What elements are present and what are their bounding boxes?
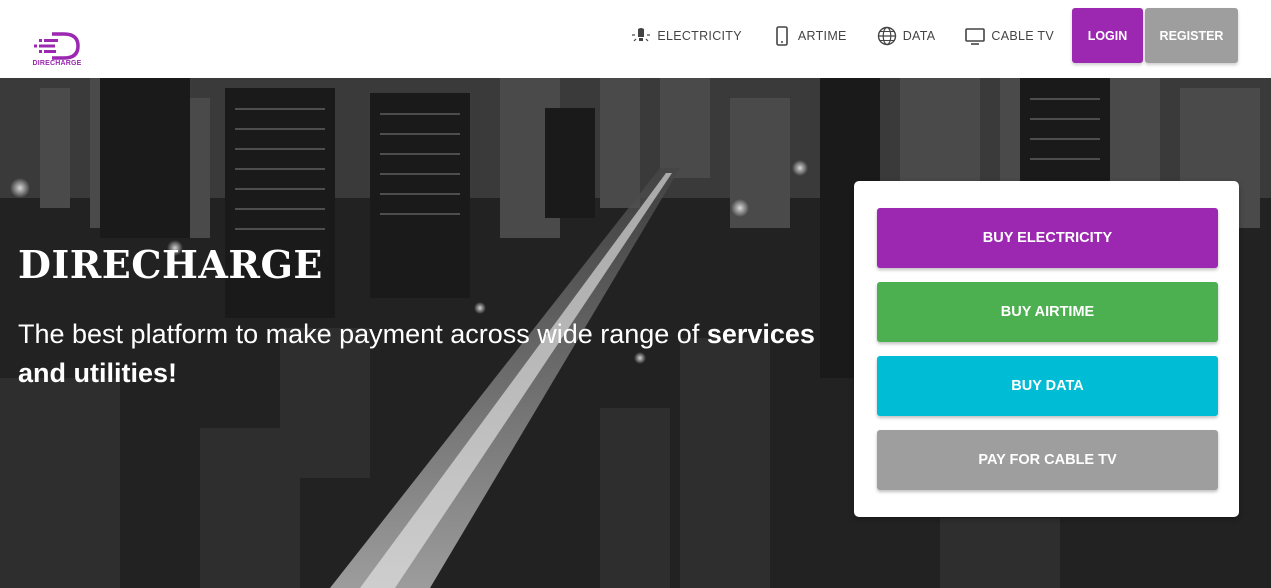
logo-text: DIRECHARGE [32,60,82,67]
hero-section: DIRECHARGE The best platform to make pay… [0,78,1271,588]
hero-subtitle-plain: The best platform to make payment across… [18,319,707,349]
nav-item-label: ELECTRICITY [657,28,742,43]
phone-icon [772,25,792,46]
buy-data-button[interactable]: BUY DATA [877,356,1218,416]
logo-icon [34,32,80,60]
buy-electricity-button[interactable]: BUY ELECTRICITY [877,208,1218,268]
quick-action-card: BUY ELECTRICITY BUY AIRTIME BUY DATA PAY… [854,181,1239,517]
tv-icon [965,26,986,46]
brand-logo[interactable]: DIRECHARGE [30,32,84,68]
login-button[interactable]: LOGIN [1072,8,1143,63]
top-navbar: DIRECHARGE ELECTRICITY ARTIME DATA CABLE… [0,0,1271,78]
pay-cable-tv-button[interactable]: PAY FOR CABLE TV [877,430,1218,490]
globe-icon [877,26,897,46]
hero-subtitle: The best platform to make payment across… [18,315,838,393]
nav-item-label: DATA [902,28,936,43]
main-nav: ELECTRICITY ARTIME DATA CABLE TV LOGIN R… [616,8,1238,63]
nav-item-label: CABLE TV [991,28,1054,43]
hero-title: DIRECHARGE [18,242,323,287]
hero-subtitle-bold-1: services [706,319,815,349]
bulb-icon [631,26,651,46]
hero-subtitle-bold-2: and utilities! [18,358,178,388]
nav-item-data[interactable]: DATA [862,8,951,63]
nav-item-electricity[interactable]: ELECTRICITY [616,8,757,63]
nav-item-cable-tv[interactable]: CABLE TV [950,8,1069,63]
nav-item-airtime[interactable]: ARTIME [757,8,862,63]
register-button[interactable]: REGISTER [1145,8,1238,63]
nav-item-label: ARTIME [797,28,847,43]
buy-airtime-button[interactable]: BUY AIRTIME [877,282,1218,342]
